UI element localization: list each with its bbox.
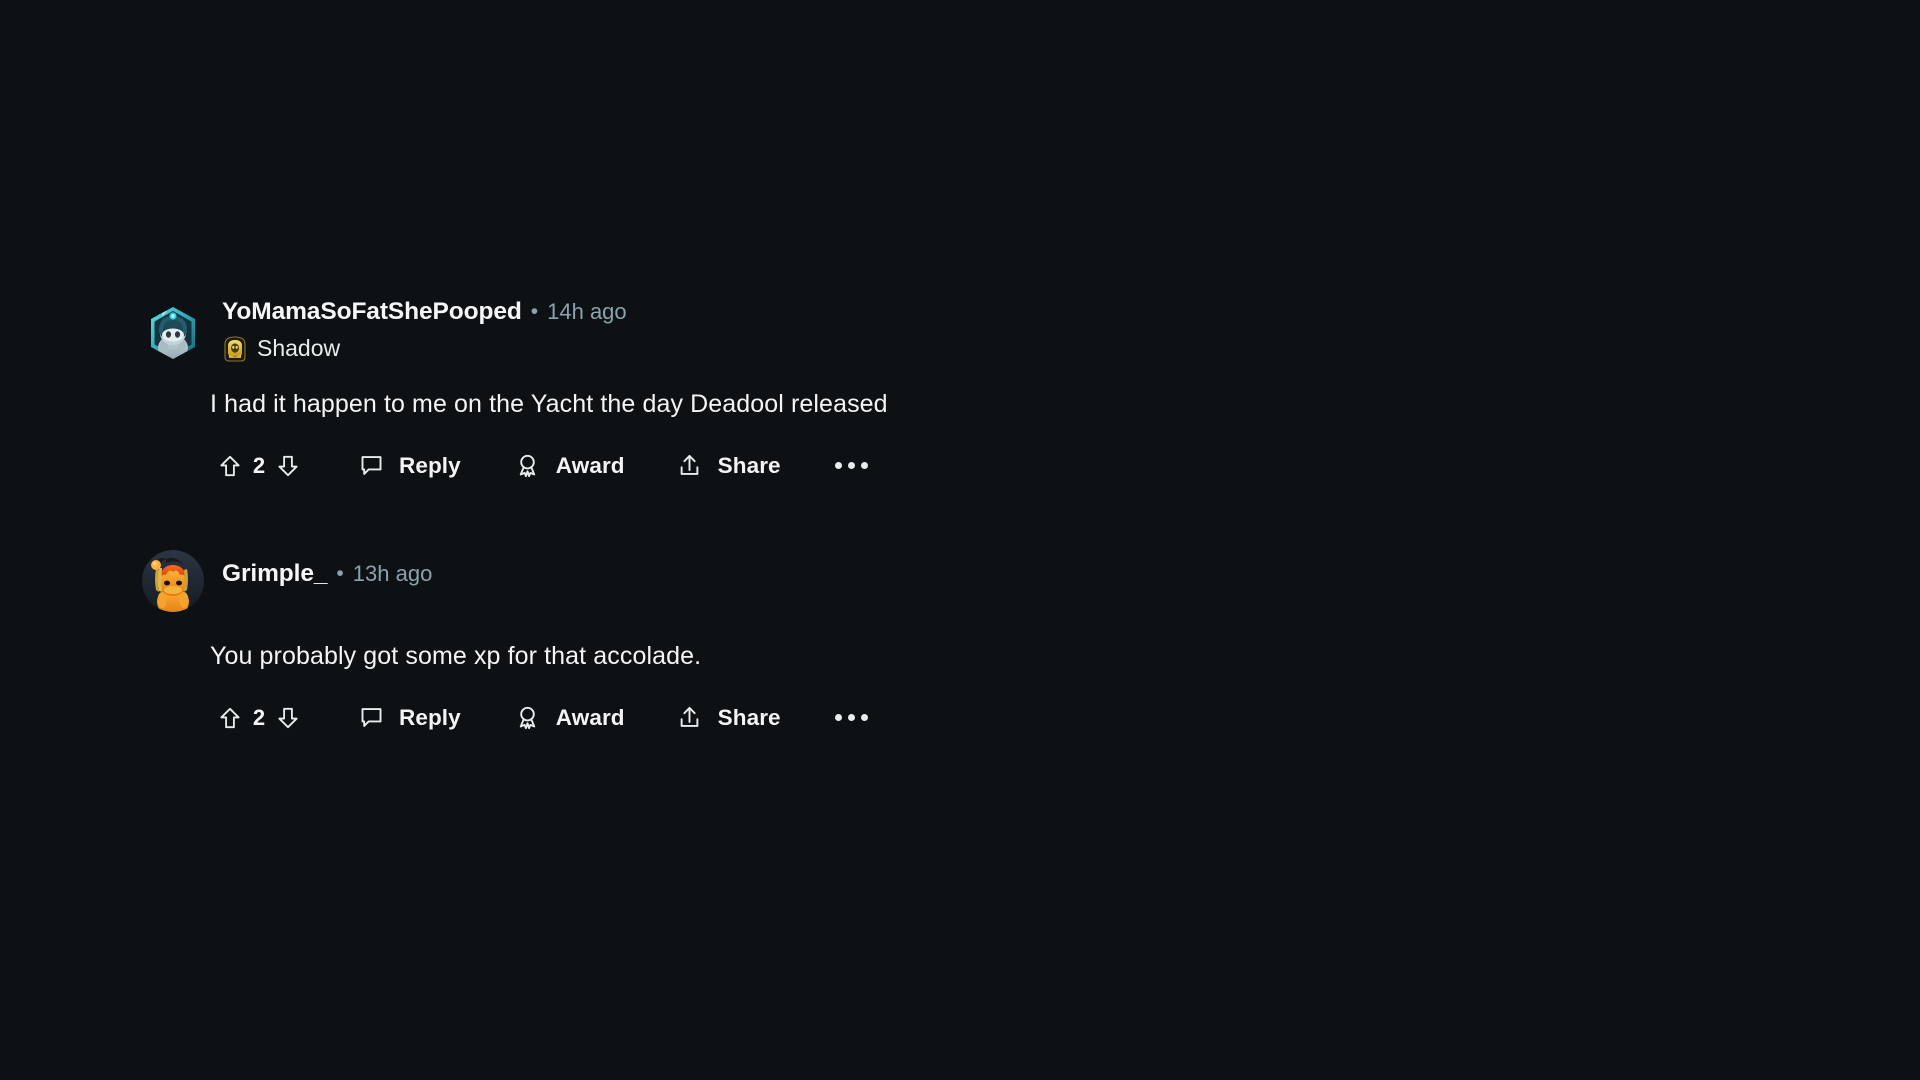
- more-dot: [860, 462, 868, 470]
- comment-meta: YoMamaSoFatShePooped • 14h ago Shadow: [222, 299, 1342, 363]
- more-dot: [847, 714, 855, 721]
- more-ellipsis-icon[interactable]: [829, 698, 874, 738]
- share-label: Share: [717, 452, 781, 478]
- share-button[interactable]: Share: [675, 703, 781, 733]
- more-dot: [834, 714, 842, 721]
- meta-separator: •: [336, 561, 344, 585]
- avatar[interactable]: [142, 302, 204, 364]
- comment-thread-page: YoMamaSoFatShePooped • 14h ago Shadow I …: [0, 0, 1920, 1080]
- award-ribbon-icon: [513, 703, 543, 733]
- vote-count: 2: [252, 704, 266, 730]
- reply-button[interactable]: Reply: [356, 703, 461, 733]
- comment-item: YoMamaSoFatShePooped • 14h ago Shadow I …: [142, 299, 1342, 486]
- more-dot: [834, 462, 842, 470]
- comment-action-bar: 2 Reply Award Share: [210, 446, 1342, 486]
- comment-header: YoMamaSoFatShePooped • 14h ago Shadow: [142, 299, 1342, 364]
- comment-action-bar: 2 Reply Award Share: [210, 698, 1342, 738]
- award-button[interactable]: Award: [513, 703, 625, 733]
- comment-bubble-icon: [356, 451, 386, 481]
- user-flair-label: Shadow: [257, 335, 341, 361]
- reply-button[interactable]: Reply: [356, 451, 461, 481]
- comment-timestamp: 14h ago: [547, 299, 627, 325]
- user-flair[interactable]: Shadow: [222, 335, 1342, 363]
- more-ellipsis-icon[interactable]: [829, 446, 874, 486]
- comment-author-name[interactable]: YoMamaSoFatShePooped: [222, 299, 522, 325]
- avatar-circle-snoo[interactable]: [142, 549, 204, 612]
- share-upload-icon: [675, 451, 705, 481]
- downvote-arrow-icon[interactable]: [268, 446, 308, 486]
- downvote-arrow-icon[interactable]: [268, 698, 308, 738]
- comment-item: Grimple_ • 13h ago You probably got some…: [142, 548, 1342, 738]
- comment-header: Grimple_ • 13h ago: [142, 548, 1342, 612]
- comment-timestamp: 13h ago: [352, 561, 433, 586]
- upvote-arrow-icon[interactable]: [210, 698, 250, 738]
- comment-author-name[interactable]: Grimple_: [222, 561, 328, 587]
- shadow-hooded-figure-icon: [222, 335, 248, 363]
- vote-group: 2: [210, 698, 308, 738]
- award-button[interactable]: Award: [513, 451, 625, 481]
- vote-group: 2: [210, 446, 308, 486]
- comment-meta: Grimple_ • 13h ago: [222, 548, 1342, 587]
- author-row: Grimple_ • 13h ago: [222, 561, 1342, 587]
- comment-body-text: You probably got some xp for that accola…: [210, 641, 702, 670]
- reply-label: Reply: [399, 452, 461, 478]
- more-dot: [860, 714, 868, 721]
- avatar-hexagon-snoo[interactable]: [142, 302, 204, 364]
- author-row: YoMamaSoFatShePooped • 14h ago: [222, 299, 1342, 325]
- award-label: Award: [555, 704, 625, 730]
- more-dot: [847, 462, 855, 470]
- award-ribbon-icon: [513, 451, 543, 481]
- award-label: Award: [555, 452, 625, 478]
- meta-separator: •: [530, 299, 539, 323]
- comment-body-text: I had it happen to me on the Yacht the d…: [210, 390, 888, 418]
- reply-label: Reply: [399, 704, 461, 730]
- share-label: Share: [717, 704, 781, 730]
- upvote-arrow-icon[interactable]: [210, 446, 250, 486]
- comment-bubble-icon: [356, 703, 386, 733]
- share-button[interactable]: Share: [675, 451, 781, 481]
- comments-list: YoMamaSoFatShePooped • 14h ago Shadow I …: [142, 299, 1342, 800]
- share-upload-icon: [675, 703, 705, 733]
- avatar[interactable]: [142, 549, 204, 612]
- vote-count: 2: [252, 452, 266, 478]
